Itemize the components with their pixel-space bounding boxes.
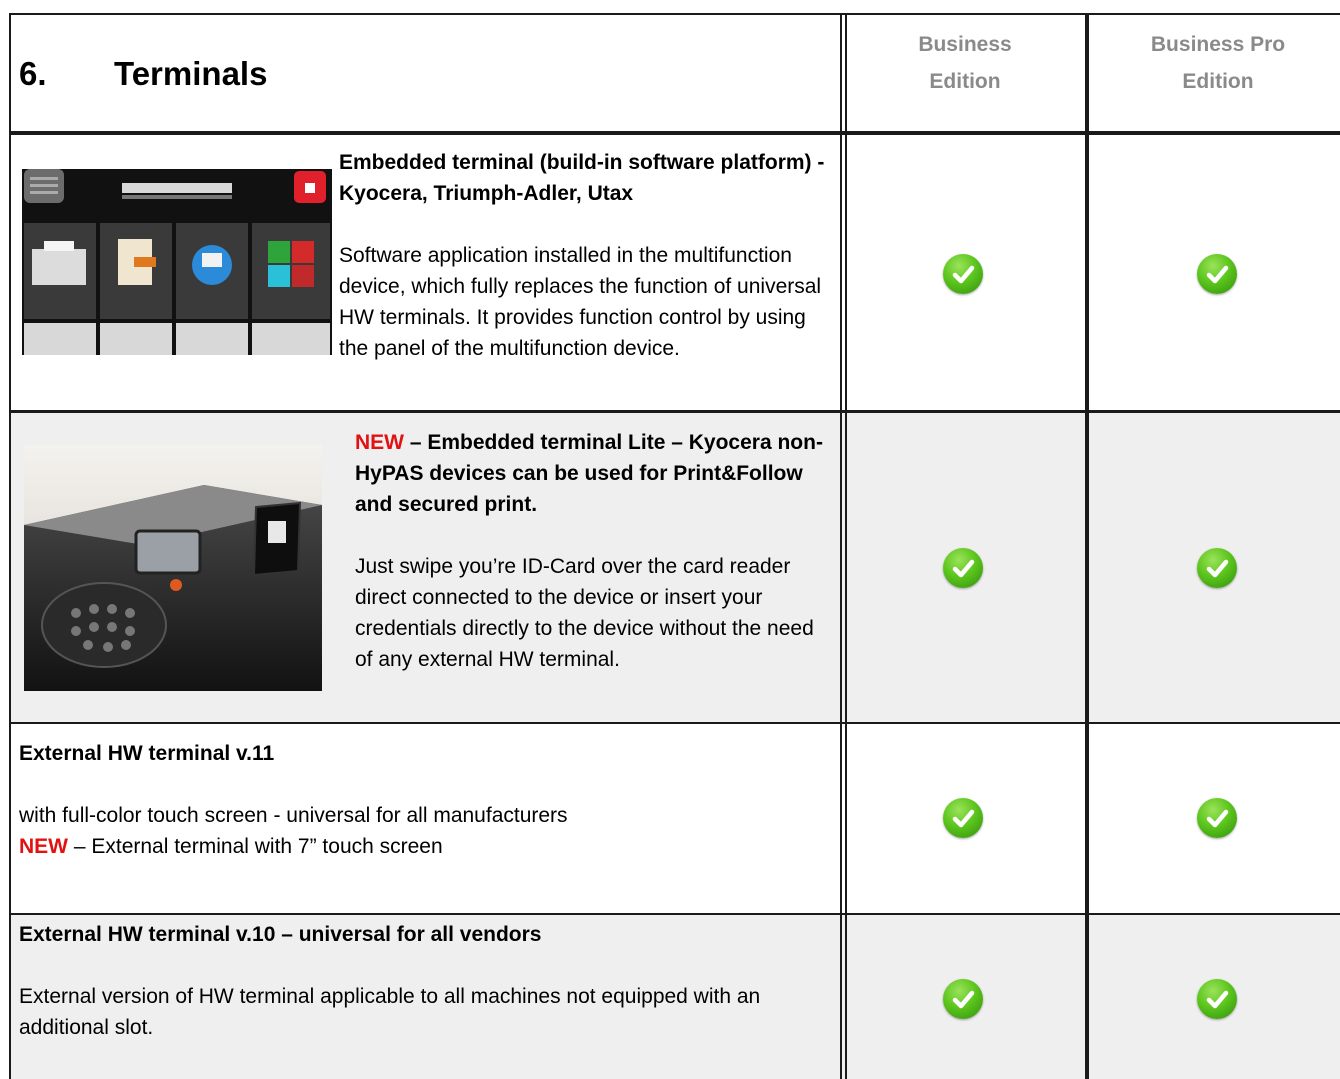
printer-photo: [24, 445, 322, 691]
feature-title-text: – Embedded terminal Lite – Kyocera non-H…: [355, 431, 823, 516]
section-number: 6.: [19, 55, 47, 92]
check-icon: [943, 798, 983, 838]
feature-external-hw-v10: External HW terminal v.10 – universal fo…: [19, 919, 839, 1043]
column-header-line: Edition: [1182, 70, 1254, 93]
new-badge: NEW: [19, 835, 68, 858]
column-header-business: Business Edition: [847, 26, 1083, 100]
embedded-terminal-screenshot: [22, 169, 332, 355]
section-title: Terminals: [114, 55, 268, 92]
check-icon: [943, 979, 983, 1019]
column-header-line: Business: [918, 33, 1012, 56]
row-divider: [9, 131, 1340, 135]
row-divider: [9, 913, 1340, 915]
feature-description: External version of HW terminal applicab…: [19, 985, 761, 1039]
feature-description: Just swipe you’re ID-Card over the card …: [355, 555, 814, 671]
row-divider: [9, 410, 1340, 413]
feature-table: 6. Terminals Business Edition Business Pr…: [0, 0, 1340, 1079]
feature-description-text: – External terminal with 7” touch screen: [68, 835, 443, 858]
table-border-top: [9, 13, 1340, 15]
column-divider: [845, 13, 847, 1079]
check-icon: [1197, 798, 1237, 838]
check-icon: [943, 548, 983, 588]
feature-external-hw-v11: External HW terminal v.11 with full-colo…: [19, 738, 839, 862]
check-icon: [1197, 254, 1237, 294]
section-heading: 6. Terminals: [19, 55, 267, 93]
check-icon: [1197, 979, 1237, 1019]
feature-title: NEW – Embedded terminal Lite – Kyocera n…: [355, 427, 835, 520]
row-divider: [9, 722, 1340, 724]
new-badge: NEW: [355, 431, 404, 454]
column-divider: [1085, 13, 1089, 1079]
check-icon: [943, 254, 983, 294]
table-border-left: [9, 13, 11, 1079]
feature-embedded-terminal-lite: NEW – Embedded terminal Lite – Kyocera n…: [355, 427, 835, 675]
feature-title: Embedded terminal (build-in software pla…: [339, 151, 825, 205]
feature-description: Software application installed in the mu…: [339, 244, 822, 360]
column-header-line: Business Pro: [1150, 33, 1286, 56]
column-header-business-pro: Business Pro Edition: [1091, 26, 1340, 100]
feature-description-new: NEW – External terminal with 7” touch sc…: [19, 831, 839, 862]
feature-title: External HW terminal v.11: [19, 742, 275, 765]
feature-embedded-terminal: Embedded terminal (build-in software pla…: [339, 147, 839, 364]
check-icon: [1197, 548, 1237, 588]
column-header-line: Edition: [929, 70, 1001, 93]
feature-description: with full-color touch screen - universal…: [19, 804, 568, 827]
column-divider: [840, 13, 842, 1079]
feature-title: External HW terminal v.10 – universal fo…: [19, 923, 542, 946]
